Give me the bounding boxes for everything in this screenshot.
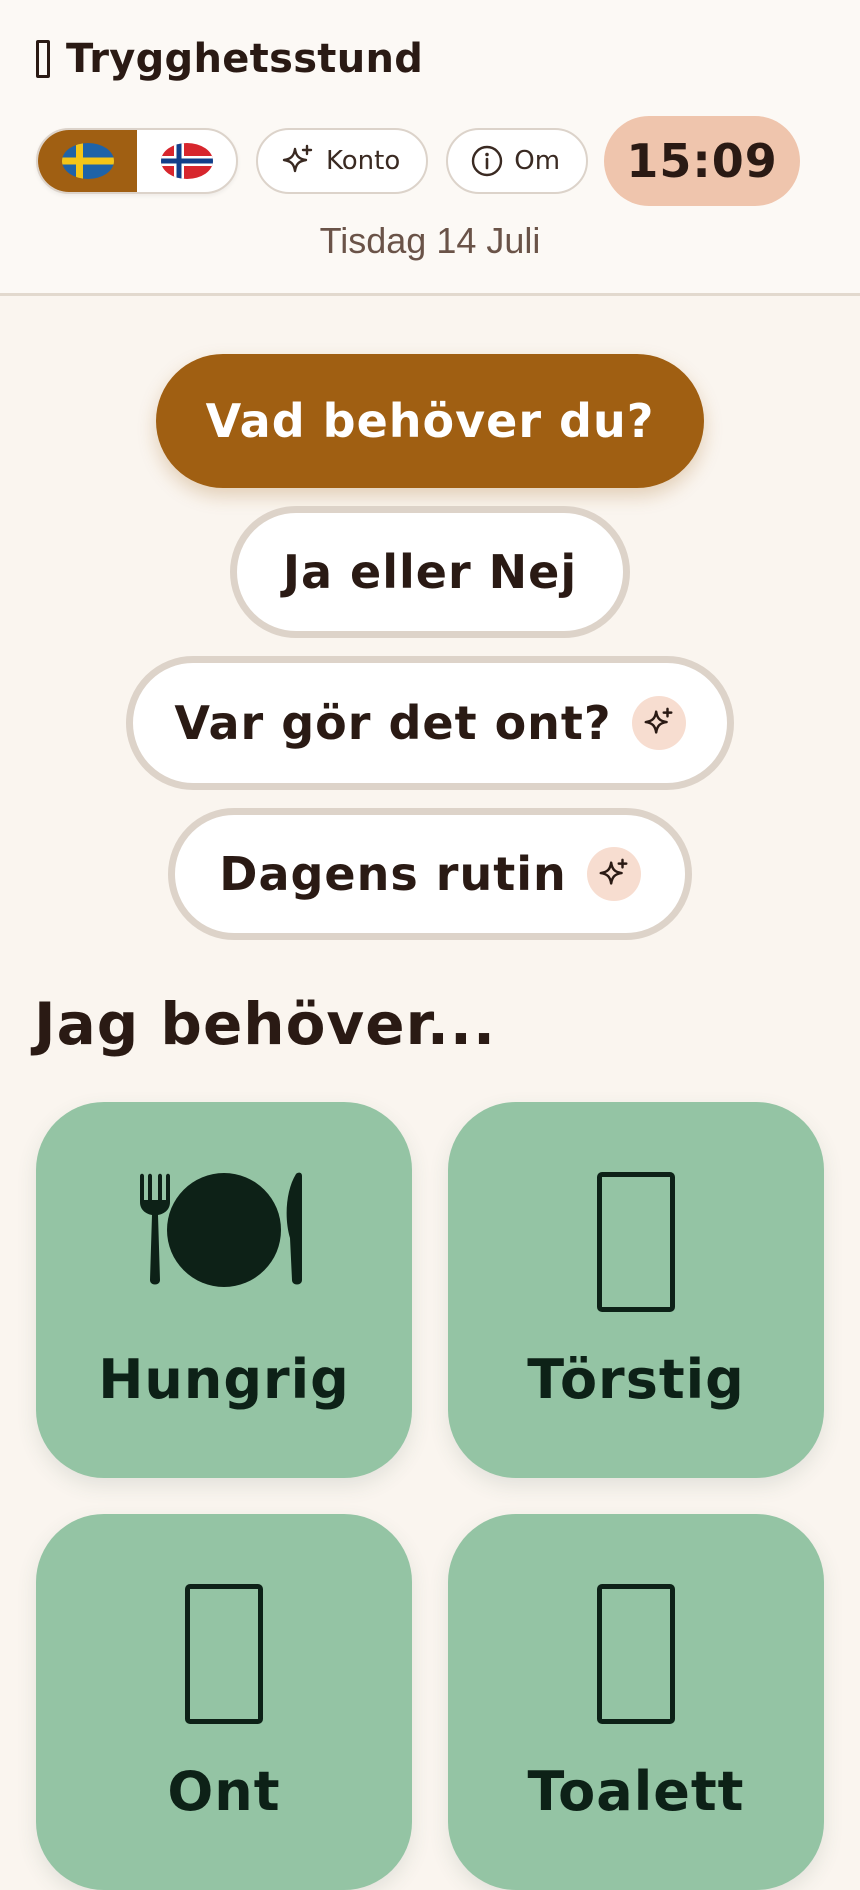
tile-toilet[interactable]: Toalett: [448, 1514, 824, 1890]
clock-display: 15:09: [604, 116, 801, 206]
language-swedish-button[interactable]: [38, 130, 137, 192]
sparkle-badge: [631, 696, 686, 750]
plate-cutlery-icon: [140, 1172, 302, 1287]
date-display: Tisdag 14 Juli: [319, 220, 541, 261]
app-header: Trygghetsstund Konto Om 15:09 Tisdag 14 …: [0, 0, 860, 296]
account-label: Konto: [326, 146, 401, 176]
daily-routine-button[interactable]: Dagens rutin: [168, 808, 692, 940]
info-icon: [472, 145, 503, 177]
sparkle-icon: [644, 707, 673, 734]
title-row: Trygghetsstund: [36, 36, 423, 82]
pain-icon: [185, 1584, 263, 1724]
tile-label: Ont: [167, 1760, 281, 1823]
norwegian-flag-icon: [160, 143, 213, 179]
language-norwegian-button[interactable]: [137, 130, 236, 192]
toilet-icon: [597, 1584, 675, 1724]
app-title: Trygghetsstund: [66, 36, 424, 82]
about-label: Om: [514, 146, 561, 176]
tile-thirsty[interactable]: Törstig: [448, 1102, 824, 1478]
where-does-it-hurt-button[interactable]: Var gör det ont?: [126, 656, 734, 790]
header-controls: Konto Om 15:09: [36, 116, 801, 206]
yes-or-no-label: Ja eller Nej: [282, 545, 578, 599]
app-logo-icon: [36, 40, 50, 78]
tile-label: Hungrig: [98, 1348, 350, 1411]
account-button[interactable]: Konto: [256, 128, 429, 194]
what-do-you-need-button[interactable]: Vad behöver du?: [156, 354, 704, 488]
sparkle-badge: [586, 847, 641, 901]
section-title: Jag behöver...: [34, 990, 496, 1058]
drink-icon: [597, 1172, 675, 1312]
what-do-you-need-label: Vad behöver du?: [205, 394, 655, 448]
tile-label: Toalett: [527, 1760, 745, 1823]
tile-label: Törstig: [527, 1348, 745, 1411]
tile-hungry[interactable]: Hungrig: [36, 1102, 412, 1478]
sparkle-icon: [599, 858, 628, 885]
language-toggle: [36, 128, 238, 194]
swedish-flag-icon: [61, 143, 114, 179]
sparkle-icon: [282, 144, 313, 173]
tile-pain[interactable]: Ont: [36, 1514, 412, 1890]
yes-or-no-button[interactable]: Ja eller Nej: [230, 506, 630, 638]
about-button[interactable]: Om: [446, 128, 589, 194]
where-does-it-hurt-label: Var gör det ont?: [174, 696, 612, 750]
daily-routine-label: Dagens rutin: [219, 847, 567, 901]
